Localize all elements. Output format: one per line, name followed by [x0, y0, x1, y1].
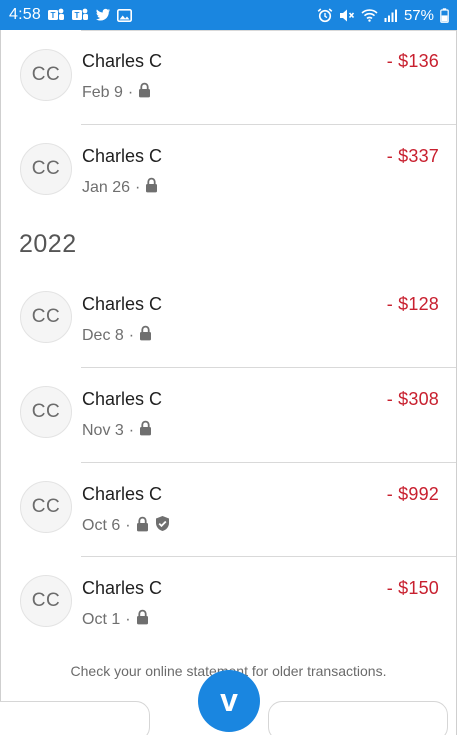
- transaction-name: Charles C: [82, 294, 163, 314]
- meta-separator: ·: [127, 83, 134, 101]
- transaction-row[interactable]: CC Charles C Dec 8 · - $128: [1, 272, 456, 366]
- transaction-meta: Dec 8 ·: [82, 325, 152, 346]
- lock-icon: [138, 82, 151, 103]
- status-bar: 4:58 T T 57%: [0, 0, 457, 30]
- transaction-date: Feb 9: [82, 83, 123, 101]
- transaction-list: CC Charles C Feb 9 · - $136 CC Charles C…: [0, 30, 457, 735]
- svg-text:T: T: [51, 11, 56, 20]
- venmo-logo-icon[interactable]: v: [198, 670, 260, 732]
- meta-separator: ·: [125, 610, 131, 628]
- signal-icon: [384, 9, 398, 22]
- transaction-date: Oct 6: [82, 517, 121, 534]
- wifi-icon: [361, 8, 378, 22]
- transaction-name: Charles C: [82, 389, 163, 409]
- mute-icon: [339, 8, 355, 23]
- meta-separator: ·: [128, 326, 135, 344]
- transaction-row[interactable]: CC Charles C Oct 1 · - $150: [1, 556, 456, 650]
- transaction-amount: - $337: [386, 146, 439, 166]
- transaction-name: Charles C: [82, 51, 163, 71]
- year-header: 2022: [19, 230, 77, 258]
- avatar: CC: [20, 49, 72, 101]
- gallery-icon: [116, 8, 132, 22]
- avatar: CC: [20, 575, 72, 627]
- transaction-row[interactable]: CC Charles C Jan 26 · - $337: [1, 125, 456, 219]
- transaction-meta: Feb 9 ·: [82, 82, 151, 103]
- transaction-amount: - $992: [386, 484, 439, 504]
- teams-icon: T: [47, 7, 65, 23]
- lock-icon: [136, 609, 149, 630]
- svg-text:T: T: [75, 11, 80, 20]
- transaction-meta: Oct 6 ·: [82, 515, 171, 537]
- transaction-name: Charles C: [82, 484, 163, 504]
- meta-separator: ·: [128, 421, 135, 439]
- meta-separator: ·: [135, 178, 141, 196]
- transaction-row[interactable]: CC Charles C Nov 3 · - $308: [1, 367, 456, 461]
- avatar: CC: [20, 143, 72, 195]
- fab-label: v: [220, 682, 238, 718]
- avatar: CC: [20, 481, 72, 533]
- transaction-meta: Nov 3 ·: [82, 420, 152, 441]
- transaction-meta: Oct 1 ·: [82, 609, 149, 630]
- transaction-meta: Jan 26 ·: [82, 177, 158, 198]
- alarm-icon: [317, 7, 333, 23]
- transaction-date: Oct 1: [82, 610, 121, 628]
- transaction-date: Nov 3: [82, 421, 124, 439]
- shield-icon: [154, 515, 171, 537]
- transaction-date: Dec 8: [82, 326, 124, 344]
- lock-icon: [139, 420, 152, 441]
- lock-icon: [139, 325, 152, 346]
- meta-separator: ·: [125, 517, 131, 534]
- transactions-screen: 4:58 T T 57% CC Charles C Feb 9 · - $136…: [0, 0, 457, 735]
- avatar: CC: [20, 291, 72, 343]
- bottom-nav-left[interactable]: [0, 701, 150, 735]
- transaction-row[interactable]: CC Charles C Oct 6 · - $992: [1, 462, 456, 556]
- lock-icon: [136, 516, 149, 537]
- transaction-amount: - $308: [386, 389, 439, 409]
- transaction-row[interactable]: CC Charles C Feb 9 · - $136: [1, 30, 456, 124]
- teams-icon: T: [71, 7, 89, 23]
- transaction-amount: - $150: [386, 578, 439, 598]
- transaction-amount: - $136: [386, 51, 439, 71]
- twitter-icon: [95, 8, 111, 22]
- status-time: 4:58: [9, 6, 41, 23]
- battery-icon: [440, 7, 449, 23]
- lock-icon: [145, 177, 158, 198]
- transaction-name: Charles C: [82, 146, 163, 166]
- transaction-amount: - $128: [386, 294, 439, 314]
- battery-percent: 57%: [403, 6, 434, 24]
- avatar: CC: [20, 386, 72, 438]
- transaction-date: Jan 26: [82, 178, 131, 196]
- transaction-name: Charles C: [82, 578, 163, 598]
- bottom-nav-right[interactable]: [268, 701, 448, 735]
